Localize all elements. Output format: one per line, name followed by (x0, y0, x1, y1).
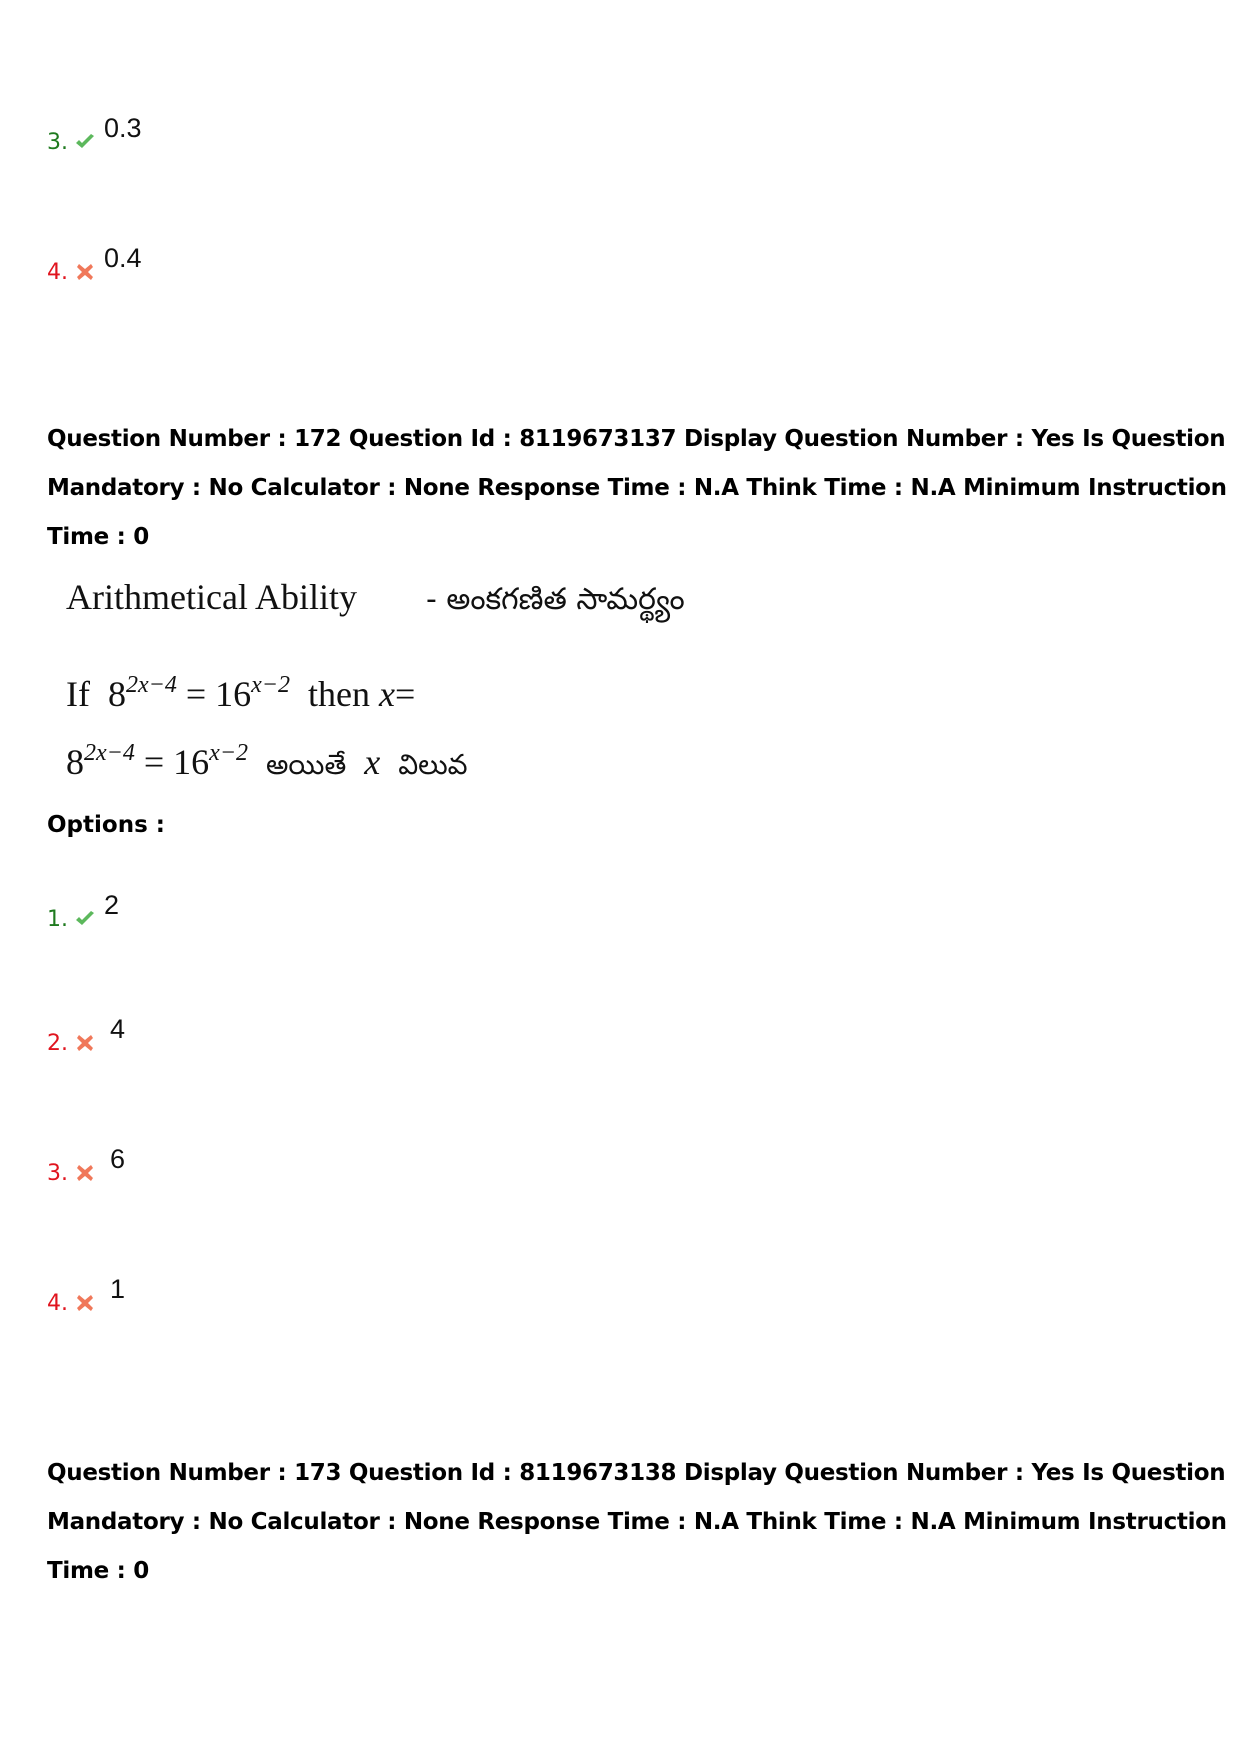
option-number: 4. (47, 1291, 68, 1316)
cross-icon (74, 261, 96, 283)
eq-exponent: x−2 (251, 672, 291, 698)
eq-equals: = (394, 674, 416, 714)
option-number: 4. (47, 260, 68, 285)
eq-base: 16 (173, 742, 210, 782)
option-2: 2. 4 (47, 1016, 125, 1056)
option-number: 1. (47, 907, 68, 932)
eq-exponent: 2x−4 (84, 740, 135, 766)
eq-base: 16 (215, 674, 252, 714)
option-value: 4 (110, 1014, 126, 1044)
eq-variable: x (379, 674, 395, 714)
option-value: 2 (104, 890, 120, 920)
eq-then: then (308, 674, 370, 714)
eq-variable: x (364, 742, 381, 782)
cross-icon (74, 1162, 96, 1184)
meta-line: Question Number : 172 Question Id : 8119… (47, 426, 1226, 452)
meta-line: Time : 0 (47, 1558, 149, 1584)
cross-icon (74, 1292, 96, 1314)
eq-exponent: 2x−4 (125, 672, 177, 698)
meta-line: Time : 0 (47, 524, 149, 550)
option-value: 6 (110, 1144, 126, 1174)
question-173-meta: Question Number : 173 Question Id : 8119… (47, 1449, 1227, 1596)
meta-line: Question Number : 173 Question Id : 8119… (47, 1460, 1226, 1486)
eq-telugu-value: విలువ (398, 748, 468, 781)
eq-equals: = (185, 674, 207, 714)
question-equation-telugu: 82x−4 = 16x−2 అయితే x విలువ (66, 740, 468, 788)
eq-equals: = (143, 742, 165, 782)
check-icon (74, 908, 96, 930)
section-telugu: - అంకగణిత సామర్థ్యం (425, 582, 685, 617)
option-value: 1 (110, 1274, 126, 1304)
section-heading: Arithmetical Ability - అంకగణిత సామర్థ్యం (66, 576, 685, 624)
option-prev-4: 4. 0.4 (47, 245, 142, 285)
eq-exponent: x−2 (209, 740, 249, 766)
meta-line: Mandatory : No Calculator : None Respons… (47, 1509, 1227, 1535)
eq-base: 8 (107, 674, 126, 714)
option-number: 3. (47, 130, 68, 155)
eq-telugu-if: అయితే (266, 748, 347, 781)
option-value: 0.4 (104, 243, 142, 273)
option-1: 1. 2 (47, 892, 119, 932)
eq-prefix: If (66, 674, 90, 714)
option-value: 0.3 (104, 113, 142, 143)
question-172-meta: Question Number : 172 Question Id : 8119… (47, 415, 1227, 562)
option-number: 3. (47, 1161, 68, 1186)
meta-line: Mandatory : No Calculator : None Respons… (47, 475, 1227, 501)
cross-icon (74, 1032, 96, 1054)
option-4: 4. 1 (47, 1276, 125, 1316)
option-prev-3: 3. 0.3 (47, 115, 142, 155)
option-3: 3. 6 (47, 1146, 125, 1186)
section-english: Arithmetical Ability (66, 577, 357, 617)
check-icon (74, 131, 96, 153)
option-number: 2. (47, 1031, 68, 1056)
eq-base: 8 (66, 742, 84, 782)
options-label: Options : (47, 812, 165, 838)
question-equation-english: If 82x−4 = 16x−2 then x= (66, 672, 415, 715)
